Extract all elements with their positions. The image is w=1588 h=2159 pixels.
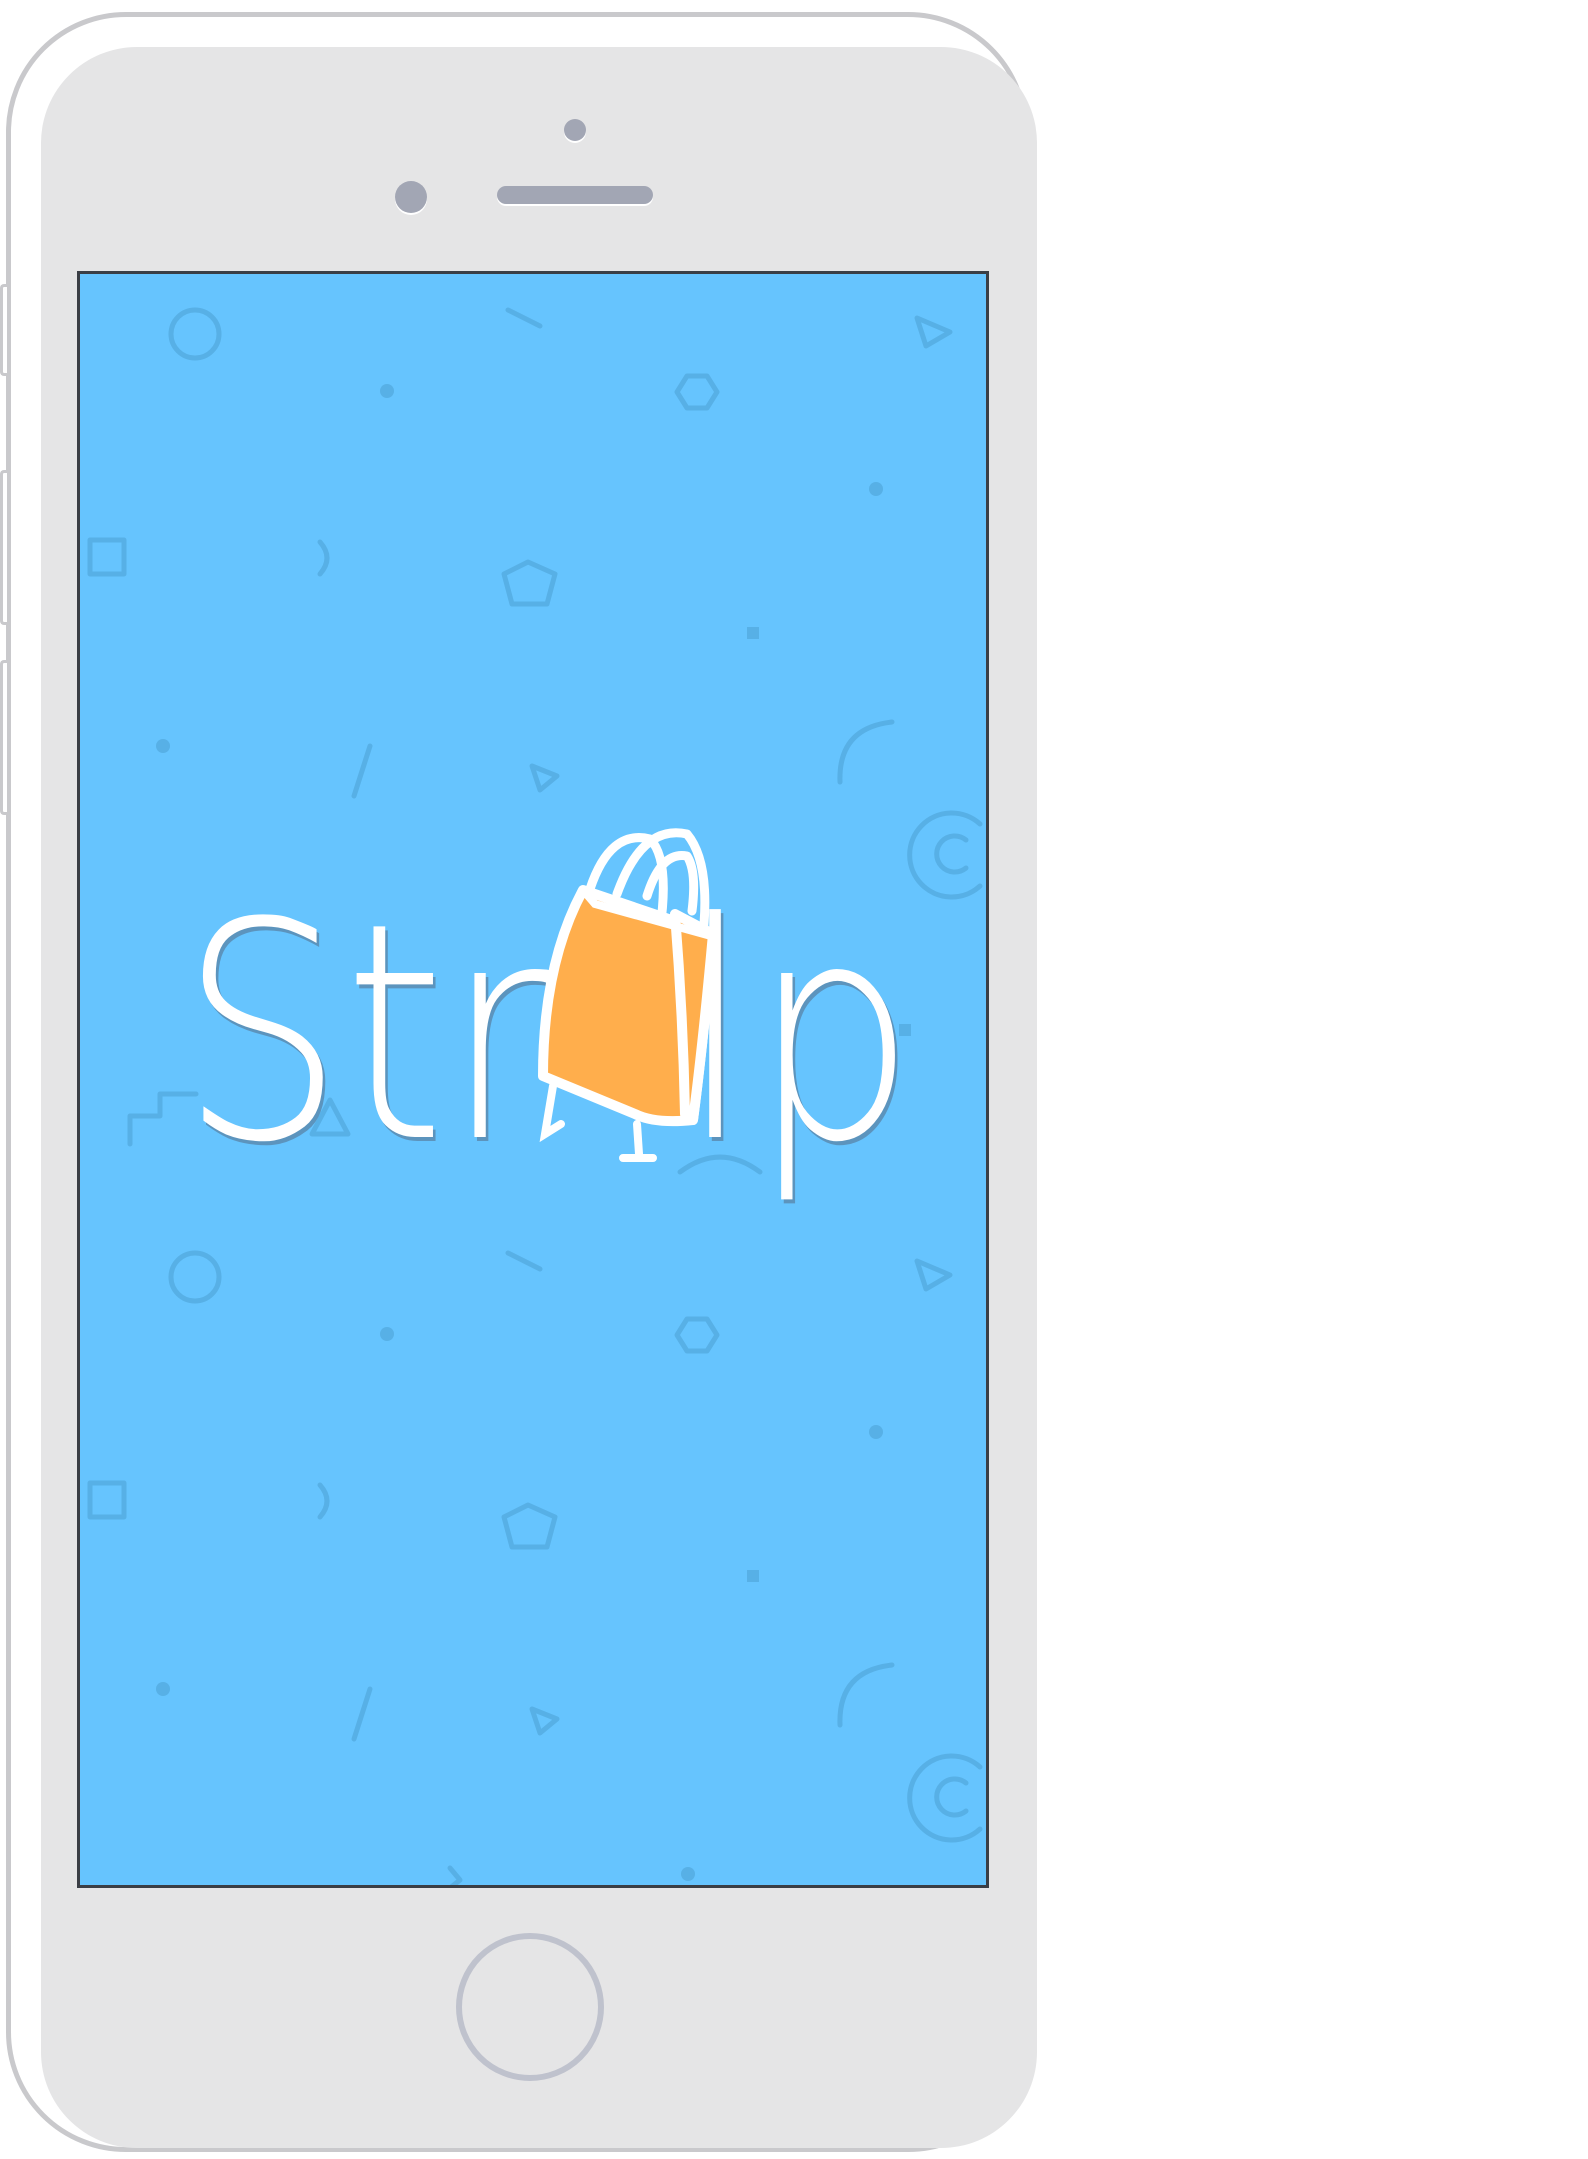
home-button-icon[interactable] xyxy=(456,1933,604,2081)
logo-text-left: Str xyxy=(180,859,552,1208)
pattern-tile-bottom xyxy=(87,1250,983,1885)
proximity-sensor-icon xyxy=(564,119,586,141)
earpiece-speaker-icon xyxy=(497,186,653,204)
splash-screen: Str lp xyxy=(77,271,989,1888)
front-camera-icon xyxy=(395,181,427,213)
app-logo: Str lp xyxy=(175,824,915,1244)
volume-up-button[interactable] xyxy=(0,470,7,625)
volume-down-button[interactable] xyxy=(0,660,7,815)
logo-text-right: lp xyxy=(680,859,916,1208)
mute-switch[interactable] xyxy=(0,284,7,376)
